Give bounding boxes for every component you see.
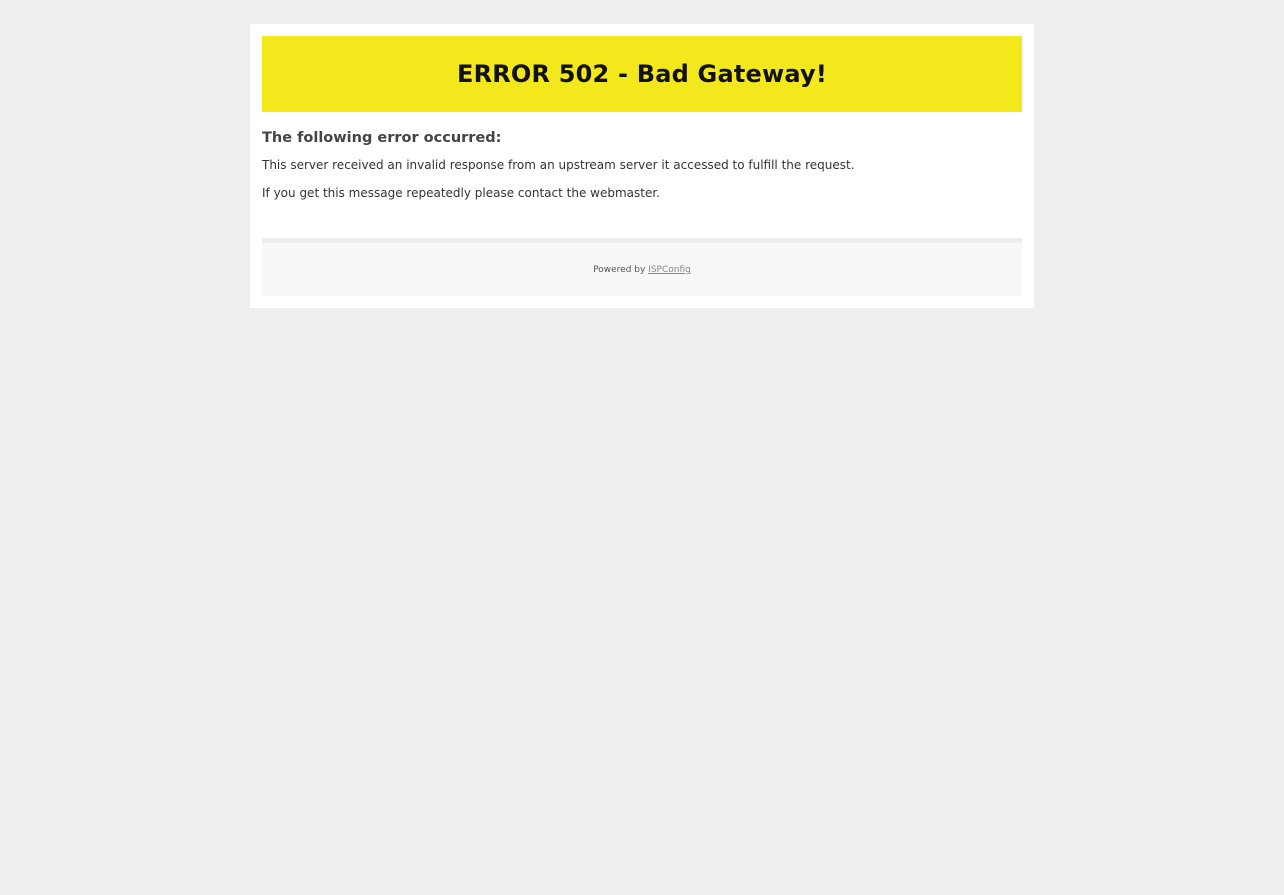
powered-by-label: Powered by [593, 265, 646, 275]
error-message: This server received an invalid response… [262, 158, 855, 172]
error-heading: The following error occurred: [262, 130, 502, 146]
error-title: ERROR 502 - Bad Gateway! [456, 60, 828, 88]
webmaster-contact-message: If you get this message repeatedly pleas… [262, 186, 660, 200]
error-page-container: ERROR 502 - Bad Gateway! The following e… [250, 24, 1034, 308]
footer: Powered by ISPConfig [262, 238, 1022, 296]
error-banner: ERROR 502 - Bad Gateway! [262, 36, 1022, 112]
ispconfig-link[interactable]: ISPConfig [648, 265, 691, 275]
